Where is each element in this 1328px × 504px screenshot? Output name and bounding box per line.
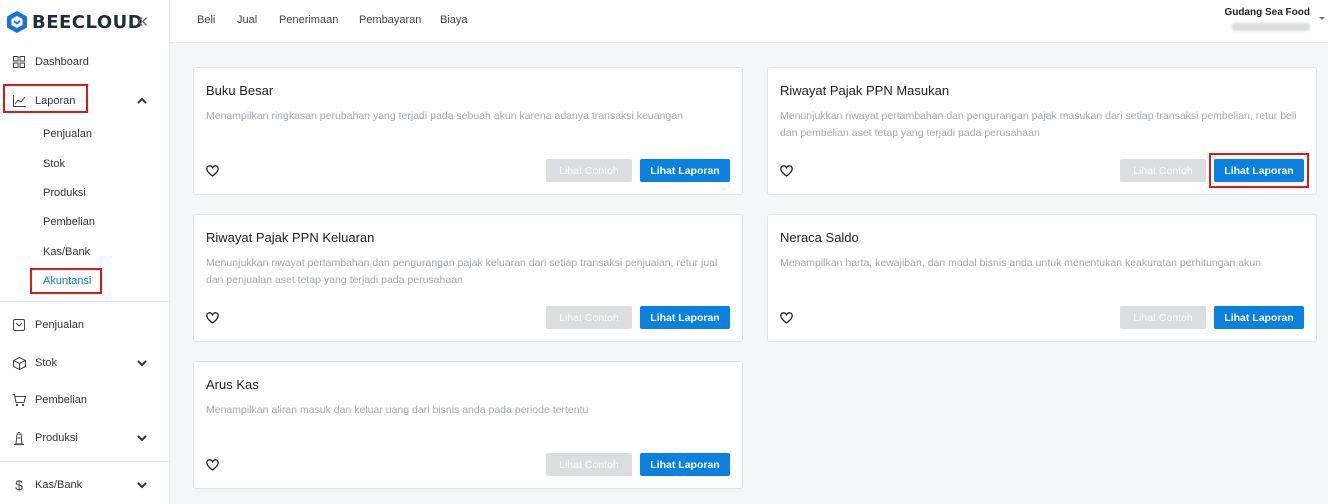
card-description: Menampilkan harta, kewajiban, dan modal …: [780, 257, 1261, 269]
company-name[interactable]: Gudang Sea Food: [1224, 7, 1310, 18]
beecloud-logo-icon: [7, 11, 27, 33]
sidebar-item-stok[interactable]: Stok: [0, 348, 170, 378]
sidebar-divider: [0, 301, 170, 302]
chevron-down-icon[interactable]: [136, 357, 148, 369]
lihat-laporan-button[interactable]: Lihat Laporan: [640, 159, 730, 182]
card-description: Menunjukkan riwayat pertambahan dan peng…: [780, 110, 1297, 139]
highlight-laporan: [3, 84, 88, 113]
sidebar-label-produksi: Produksi: [35, 432, 78, 444]
sidebar-item-penjualan[interactable]: Penjualan: [0, 310, 170, 340]
sidebar-sub-pembelian[interactable]: Pembelian: [43, 213, 95, 231]
sidebar-item-kasbank[interactable]: $ Kas/Bank: [0, 470, 170, 500]
card-description: Menampilkan aliran masuk dan keluar uang…: [206, 404, 589, 416]
sidebar-item-pembelian[interactable]: Pembelian: [0, 385, 170, 415]
card-title: Buku Besar: [206, 83, 274, 98]
sidebar-divider: [0, 461, 170, 462]
brand-name: BEECLOUD: [32, 11, 144, 33]
top-menu-biaya[interactable]: Biaya: [440, 14, 468, 26]
sidebar-label-penjualan: Penjualan: [35, 319, 84, 331]
box-icon: [12, 356, 26, 370]
card-title: Riwayat Pajak PPN Masukan: [780, 83, 950, 98]
sidebar-sub-kasbank[interactable]: Kas/Bank: [43, 243, 90, 261]
sidebar-sub-penjualan[interactable]: Penjualan: [43, 125, 92, 143]
card-description: Menampilkan ringkasan perubahan yang ter…: [206, 110, 683, 122]
lihat-laporan-button[interactable]: Lihat Laporan: [1214, 306, 1304, 329]
sales-tag-icon: [12, 318, 26, 332]
report-card-ppn-masukan: Riwayat Pajak PPN Masukan Menunjukkan ri…: [767, 67, 1317, 195]
lihat-contoh-button[interactable]: Lihat Contoh: [1120, 159, 1206, 182]
favorite-heart-icon[interactable]: [206, 459, 219, 471]
lihat-contoh-button[interactable]: Lihat Contoh: [1120, 306, 1206, 329]
logo[interactable]: BEECLOUD «: [6, 9, 164, 35]
lihat-contoh-button[interactable]: Lihat Contoh: [546, 453, 632, 476]
sidebar-sub-produksi[interactable]: Produksi: [43, 184, 86, 202]
chevron-down-icon[interactable]: [136, 432, 148, 444]
cart-icon: [12, 393, 26, 407]
report-card-buku-besar: Buku Besar Menampilkan ringkasan perubah…: [193, 67, 743, 195]
lihat-contoh-button[interactable]: Lihat Contoh: [546, 159, 632, 182]
favorite-heart-icon[interactable]: [780, 312, 793, 324]
top-menu-penerimaan[interactable]: Penerimaan: [279, 14, 338, 26]
favorite-heart-icon[interactable]: [780, 165, 793, 177]
top-navigation-bar: Beli Jual Penerimaan Pembayaran Biaya Gu…: [170, 0, 1328, 43]
sidebar-sub-stok[interactable]: Stok: [43, 155, 65, 173]
top-menu-pembayaran[interactable]: Pembayaran: [359, 14, 421, 26]
dashboard-grid-icon: [12, 55, 26, 69]
sidebar-label-stok: Stok: [35, 357, 58, 369]
top-menu-jual[interactable]: Jual: [237, 14, 257, 26]
lihat-contoh-button[interactable]: Lihat Contoh: [546, 306, 632, 329]
card-title: Riwayat Pajak PPN Keluaran: [206, 230, 375, 245]
top-menu-beli[interactable]: Beli: [197, 14, 215, 26]
factory-icon: [12, 431, 26, 445]
sidebar-item-produksi[interactable]: Produksi: [0, 423, 170, 453]
report-card-neraca-saldo: Neraca Saldo Menampilkan harta, kewajiba…: [767, 214, 1317, 342]
lihat-laporan-button[interactable]: Lihat Laporan: [640, 453, 730, 476]
card-title: Arus Kas: [206, 377, 259, 392]
favorite-heart-icon[interactable]: [206, 165, 219, 177]
sidebar-label-kasbank: Kas/Bank: [35, 479, 83, 491]
card-title: Neraca Saldo: [780, 230, 859, 245]
collapse-sidebar-icon[interactable]: «: [137, 11, 148, 31]
chevron-up-icon[interactable]: [136, 95, 148, 107]
card-description: Menunjukkan riwayat pertambahan dan peng…: [206, 257, 718, 286]
account-dropdown-caret-icon[interactable]: [1318, 14, 1326, 22]
user-email-blurred: [1232, 23, 1310, 31]
sidebar-item-dashboard[interactable]: Dashboard: [0, 47, 170, 77]
highlight-akuntansi: [30, 268, 102, 294]
dollar-icon: $: [15, 477, 23, 493]
lihat-laporan-button[interactable]: Lihat Laporan: [640, 306, 730, 329]
favorite-heart-icon[interactable]: [206, 312, 219, 324]
sidebar-label-pembelian: Pembelian: [35, 394, 87, 406]
chevron-down-icon[interactable]: [136, 479, 148, 491]
report-card-ppn-keluaran: Riwayat Pajak PPN Keluaran Menunjukkan r…: [193, 214, 743, 342]
sidebar: BEECLOUD « Dashboard Laporan Penjualan S…: [0, 0, 170, 504]
report-card-arus-kas: Arus Kas Menampilkan aliran masuk dan ke…: [193, 361, 743, 489]
highlight-lihat-laporan: [1209, 153, 1309, 188]
sidebar-label-dashboard: Dashboard: [35, 56, 89, 68]
